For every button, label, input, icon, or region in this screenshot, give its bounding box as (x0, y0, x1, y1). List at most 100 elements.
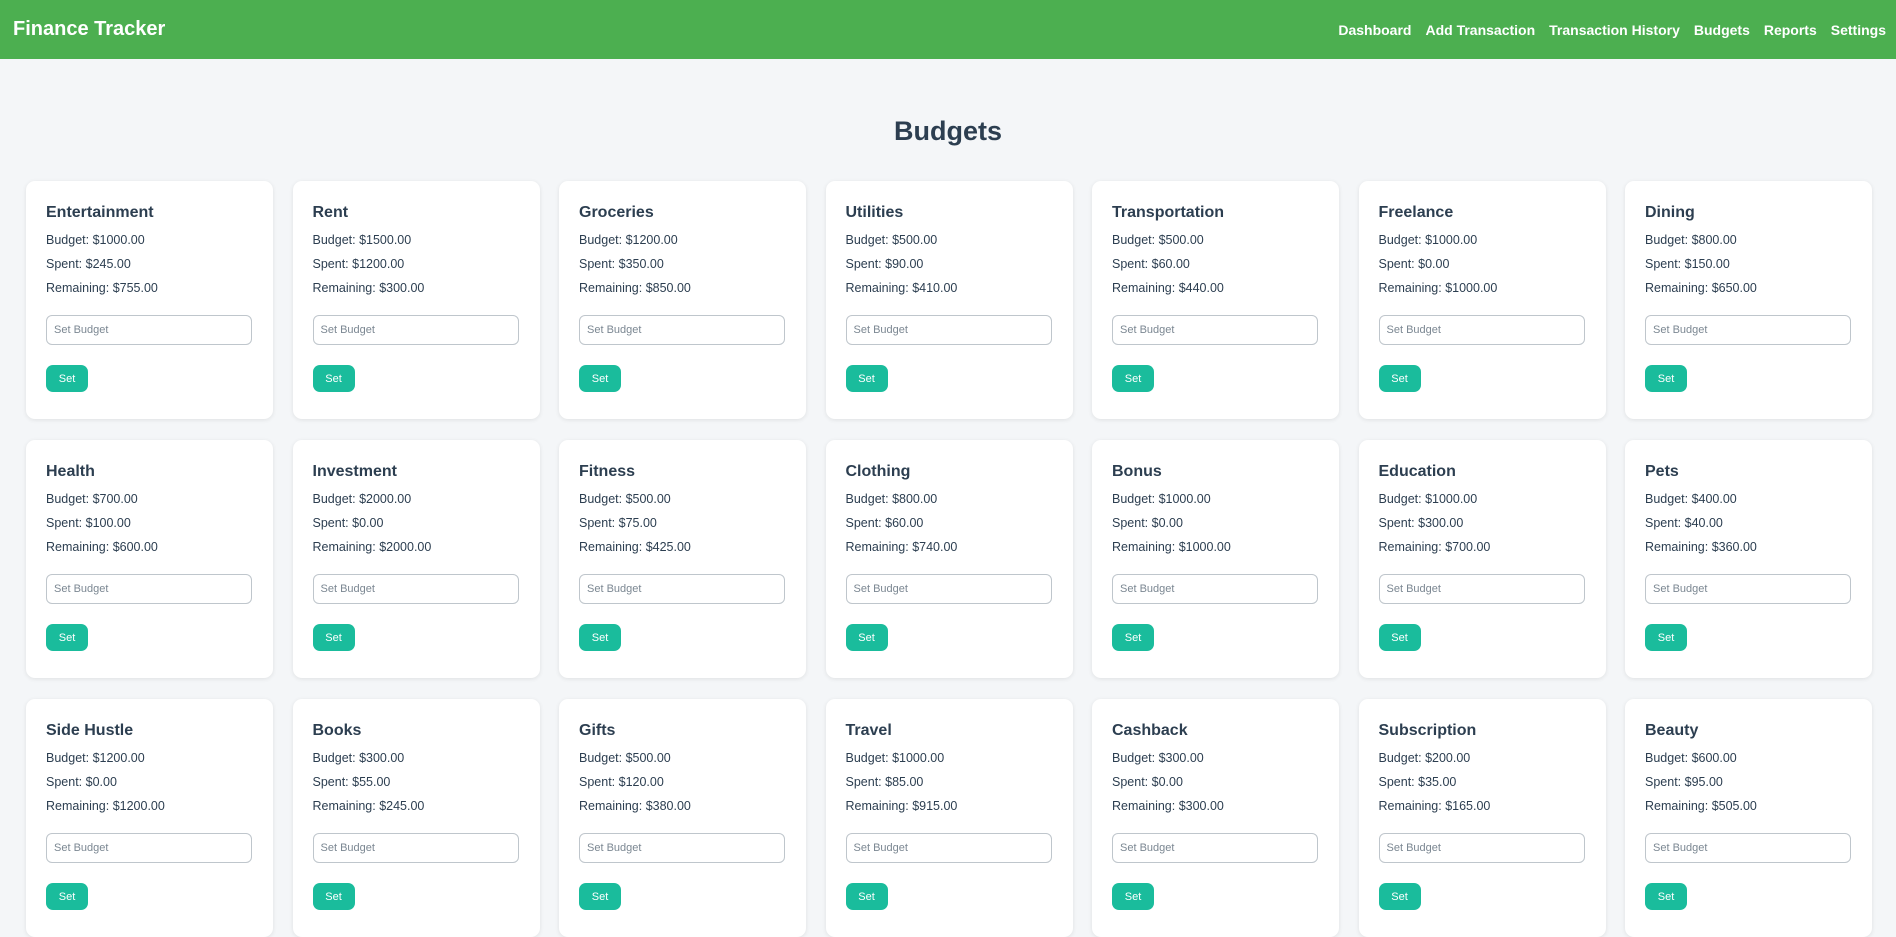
budget-card-travel: Travel Budget: $1000.00 Spent: $85.00 Remai… (825, 699, 1073, 937)
remaining-amount-line: Remaining: $1000.00 (1379, 281, 1586, 295)
budget-value: $1000.00 (1158, 492, 1211, 506)
budget-value: $1200.00 (92, 751, 145, 765)
set-budget-button[interactable]: Set (46, 883, 88, 910)
set-budget-button[interactable]: Set (1378, 624, 1421, 651)
set-budget-button[interactable]: Set (1112, 883, 1154, 910)
set-budget-input[interactable] (579, 833, 785, 863)
nav-link-budgets[interactable]: Budgets (1694, 22, 1750, 38)
set-budget-button[interactable]: Set (312, 624, 355, 651)
remaining-amount-line: Remaining: $740.00 (846, 540, 1053, 554)
budget-category-name: Dining (1645, 204, 1695, 221)
budget-card-side-hustle: Side Hustle Budget: $1200.00 Spent: $0.00 R… (26, 699, 273, 937)
spent-label: Spent: (845, 257, 886, 271)
spent-value: $0.00 (1418, 257, 1450, 271)
set-budget-button[interactable]: Set (1645, 365, 1687, 392)
budget-category-name: Utilities (845, 204, 904, 221)
spent-amount-line: Spent: $85.00 (846, 775, 1053, 789)
spent-label: Spent: (312, 516, 353, 530)
set-budget-input[interactable] (579, 315, 785, 345)
set-budget-input[interactable] (845, 315, 1052, 345)
nav-link-add-transaction[interactable]: Add Transaction (1425, 22, 1535, 38)
remaining-amount-line: Remaining: $700.00 (1379, 540, 1586, 554)
budget-amount-line: Budget: $1000.00 (46, 233, 253, 247)
spent-amount-line: Spent: $35.00 (1379, 775, 1586, 789)
set-budget-input[interactable] (1112, 833, 1318, 863)
budget-label: Budget: (46, 233, 93, 247)
remaining-amount-line: Remaining: $425.00 (579, 540, 786, 554)
remaining-label: Remaining: (1112, 540, 1179, 554)
set-budget-button[interactable]: Set (1645, 883, 1687, 910)
set-budget-input[interactable] (1645, 574, 1851, 604)
set-budget-button[interactable]: Set (46, 365, 88, 392)
set-budget-button[interactable]: Set (845, 365, 888, 392)
top-navbar: Finance Tracker Dashboard Add Transactio… (0, 0, 1896, 59)
set-budget-input[interactable] (1112, 315, 1318, 345)
remaining-value: $300.00 (379, 281, 425, 295)
spent-value: $60.00 (1151, 257, 1190, 271)
remaining-label: Remaining: (46, 540, 113, 554)
set-budget-input[interactable] (845, 833, 1052, 863)
set-budget-input[interactable] (1378, 574, 1585, 604)
budget-amount-line: Budget: $1000.00 (1379, 492, 1586, 506)
set-budget-button[interactable]: Set (1645, 624, 1687, 651)
set-budget-input[interactable] (845, 574, 1052, 604)
spent-label: Spent: (46, 257, 86, 271)
budget-value: $400.00 (1691, 492, 1737, 506)
set-budget-button[interactable]: Set (579, 365, 621, 392)
set-budget-button[interactable]: Set (46, 624, 88, 651)
budget-category-name: Travel (845, 722, 892, 739)
set-budget-input[interactable] (312, 833, 519, 863)
set-budget-input[interactable] (579, 574, 785, 604)
set-budget-input[interactable] (1378, 833, 1585, 863)
budget-value: $2000.00 (359, 492, 412, 506)
set-budget-input[interactable] (1112, 574, 1318, 604)
budget-amount-line: Budget: $1000.00 (1112, 492, 1319, 506)
set-budget-button[interactable]: Set (579, 883, 621, 910)
spent-amount-line: Spent: $245.00 (46, 257, 253, 271)
set-budget-input[interactable] (46, 833, 252, 863)
nav-link-reports[interactable]: Reports (1764, 22, 1817, 38)
set-budget-button[interactable]: Set (1112, 624, 1154, 651)
spent-label: Spent: (579, 775, 619, 789)
set-budget-button[interactable]: Set (312, 365, 355, 392)
set-budget-button[interactable]: Set (1378, 365, 1421, 392)
spent-label: Spent: (46, 516, 86, 530)
remaining-value: $410.00 (912, 281, 958, 295)
remaining-amount-line: Remaining: $410.00 (846, 281, 1053, 295)
spent-value: $100.00 (85, 516, 131, 530)
spent-label: Spent: (579, 257, 619, 271)
budget-card-entertainment: Entertainment Budget: $1000.00 Spent: $245… (26, 181, 273, 419)
budget-amount-line: Budget: $500.00 (579, 751, 786, 765)
budget-card-health: Health Budget: $700.00 Spent: $100.00 Remai… (26, 440, 273, 678)
set-budget-button[interactable]: Set (1378, 883, 1421, 910)
remaining-amount-line: Remaining: $245.00 (313, 799, 520, 813)
set-budget-input[interactable] (46, 574, 252, 604)
budget-amount-line: Budget: $2000.00 (313, 492, 520, 506)
remaining-amount-line: Remaining: $360.00 (1645, 540, 1852, 554)
set-budget-input[interactable] (312, 315, 519, 345)
set-budget-button[interactable]: Set (312, 883, 355, 910)
app-brand[interactable]: Finance Tracker (13, 18, 165, 41)
nav-link-settings[interactable]: Settings (1831, 22, 1886, 38)
remaining-amount-line: Remaining: $165.00 (1379, 799, 1586, 813)
set-budget-input[interactable] (46, 315, 252, 345)
set-budget-button[interactable]: Set (845, 883, 888, 910)
remaining-label: Remaining: (1645, 281, 1712, 295)
spent-amount-line: Spent: $75.00 (579, 516, 786, 530)
nav-link-transaction-history[interactable]: Transaction History (1549, 22, 1680, 38)
budget-amount-line: Budget: $500.00 (579, 492, 786, 506)
nav-link-dashboard[interactable]: Dashboard (1338, 22, 1411, 38)
set-budget-button[interactable]: Set (845, 624, 888, 651)
set-budget-input[interactable] (1378, 315, 1585, 345)
set-budget-button[interactable]: Set (1112, 365, 1154, 392)
budget-amount-line: Budget: $1000.00 (846, 751, 1053, 765)
remaining-label: Remaining: (1378, 281, 1446, 295)
budget-card-beauty: Beauty Budget: $600.00 Spent: $95.00 Remain… (1625, 699, 1872, 937)
set-budget-input[interactable] (1645, 833, 1851, 863)
set-budget-button[interactable]: Set (579, 624, 621, 651)
remaining-label: Remaining: (1645, 799, 1712, 813)
budget-category-name: Rent (312, 204, 349, 221)
budget-value: $600.00 (1691, 751, 1737, 765)
set-budget-input[interactable] (1645, 315, 1851, 345)
set-budget-input[interactable] (312, 574, 519, 604)
